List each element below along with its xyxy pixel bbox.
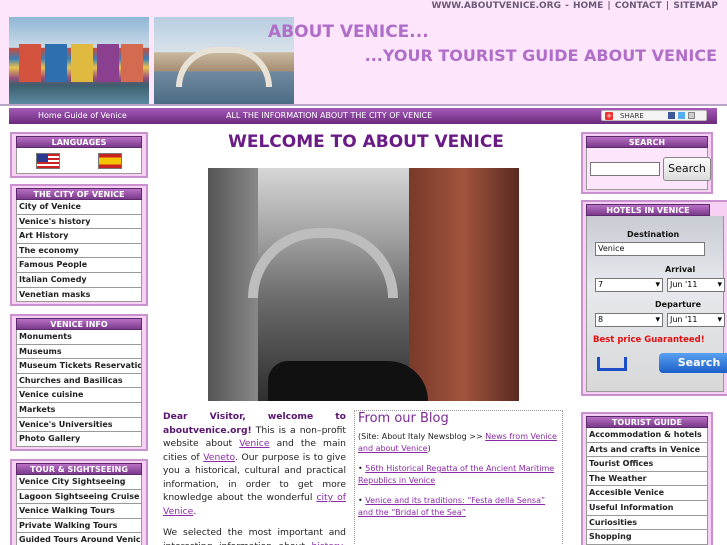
menu-item-shopping[interactable]: Shopping	[586, 530, 708, 545]
blog-title: From our Blog	[358, 411, 449, 426]
blog-post-link[interactable]: 56th Historical Regatta of the Ancient M…	[358, 464, 554, 485]
blog-post-link[interactable]: Venice and its traditions: “Festa della …	[358, 496, 545, 517]
arrival-month-select[interactable]: Jun '11	[667, 278, 725, 292]
bed-icon	[597, 357, 627, 371]
separator: ,	[343, 541, 346, 545]
site-subtitle: ...YOUR TOURIST GUIDE ABOUT VENICE	[364, 46, 717, 65]
site-url-link[interactable]: WWW.ABOUTVENICE.ORG	[430, 1, 562, 11]
search-button[interactable]: Search	[663, 157, 711, 181]
menu-item-economy[interactable]: The economy	[16, 243, 142, 259]
menu-item-accesible-venice[interactable]: Accesible Venice	[586, 486, 708, 501]
plus-icon: +	[605, 112, 613, 120]
facebook-icon	[668, 112, 675, 119]
email-icon	[688, 112, 695, 119]
venice-canal-photo	[208, 168, 519, 401]
menu-item-museums[interactable]: Museums	[16, 344, 142, 360]
languages-box: LANGUAGES	[10, 132, 148, 178]
home-guide-link[interactable]: Home Guide of Venice	[38, 111, 127, 120]
venice-info-menu: VENICE INFO Monuments Museums Museum Tic…	[10, 314, 148, 451]
blog-post: • 56th Historical Regatta of the Ancient…	[358, 464, 555, 485]
tours-menu: TOUR & SIGHTSEEING Venice City Sightseei…	[10, 459, 148, 545]
burano-houses-photo	[9, 17, 149, 104]
menu-item-arts-crafts[interactable]: Arts and crafts in Venice	[586, 442, 708, 458]
languages-header: LANGUAGES	[16, 136, 142, 148]
departure-month-select[interactable]: Jun '11	[667, 313, 725, 327]
city-menu-header: THE CITY OF VENICE	[16, 188, 142, 200]
twitter-icon	[678, 112, 685, 119]
arrival-label: Arrival	[665, 265, 696, 274]
tours-header: TOUR & SIGHTSEEING	[16, 463, 142, 475]
menu-item-weather[interactable]: The Weather	[586, 471, 708, 487]
history-link[interactable]: history	[311, 541, 343, 545]
menu-item-art-history[interactable]: Art History	[16, 229, 142, 244]
share-label: SHARE	[620, 112, 644, 120]
best-price-text: Best price Guaranteed!	[593, 335, 705, 345]
nav-bar: Home Guide of Venice ALL THE INFORMATION…	[9, 108, 717, 124]
hotel-search-widget: Destination Venice Arrival 7 Jun '11 Dep…	[586, 216, 727, 392]
blog-source-prefix: (Site: About Italy Newsblog >>	[358, 432, 486, 441]
search-input[interactable]	[590, 162, 660, 176]
menu-item-walking-tours[interactable]: Venice Walking Tours	[16, 504, 142, 519]
search-header: SEARCH	[586, 136, 708, 148]
menu-item-guided-tours[interactable]: Guided Tours Around Venice	[16, 533, 142, 545]
site-title: ABOUT VENICE...	[268, 22, 429, 42]
menu-item-universities[interactable]: Venice's Universities	[16, 417, 142, 433]
menu-item-city-sightseeing[interactable]: Venice City Sightseeing	[16, 475, 142, 490]
menu-item-churches[interactable]: Churches and Basilicas	[16, 373, 142, 389]
menu-item-useful-info[interactable]: Useful Information	[586, 500, 708, 516]
menu-item-tourist-offices[interactable]: Tourist Offices	[586, 457, 708, 472]
blog-post: • Venice and its traditions: “Festa dell…	[358, 496, 546, 517]
menu-item-cuisine[interactable]: Venice cuisine	[16, 388, 142, 403]
destination-label: Destination	[627, 230, 680, 239]
menu-item-private-tours[interactable]: Private Walking Tours	[16, 518, 142, 534]
menu-item-accommodation[interactable]: Accommodation & hotels	[586, 428, 708, 443]
home-link[interactable]: HOME	[572, 1, 604, 11]
menu-item-venetian-masks[interactable]: Venetian masks	[16, 287, 142, 303]
menu-item-venice-history[interactable]: Venice's history	[16, 214, 142, 230]
menu-item-city-of-venice[interactable]: City of Venice	[16, 200, 142, 215]
tourist-guide-header: TOURIST GUIDE	[586, 416, 708, 428]
blog-box: From our Blog (Site: About Italy Newsblo…	[354, 410, 563, 545]
contact-link[interactable]: CONTACT	[614, 1, 663, 11]
search-box: SEARCH Search	[581, 132, 713, 194]
venice-link[interactable]: Venice	[239, 438, 269, 449]
spain-flag-icon[interactable]	[98, 152, 122, 169]
intro-text: Dear Visitor, welcome to aboutvenice.org…	[163, 410, 346, 545]
menu-item-lagoon-cruise[interactable]: Lagoon Sightseeing Cruise	[16, 489, 142, 505]
departure-day-select[interactable]: 8	[595, 313, 663, 327]
top-navigation: WWW.ABOUTVENICE.ORG - HOME | CONTACT | S…	[430, 1, 719, 11]
destination-field[interactable]: Venice	[595, 242, 705, 256]
venice-info-header: VENICE INFO	[16, 318, 142, 330]
departure-label: Departure	[655, 300, 702, 309]
us-flag-icon[interactable]	[36, 152, 60, 169]
menu-item-famous-people[interactable]: Famous People	[16, 258, 142, 273]
header: WWW.ABOUTVENICE.ORG - HOME | CONTACT | S…	[0, 0, 727, 106]
share-button[interactable]: + SHARE	[601, 110, 707, 121]
hotels-box: HOTELS IN VENICE Destination Venice Arri…	[581, 200, 727, 396]
tourist-guide-menu: TOURIST GUIDE Accommodation & hotels Art…	[581, 412, 713, 545]
sitemap-link[interactable]: SITEMAP	[672, 1, 719, 11]
hotels-header: HOTELS IN VENICE	[586, 204, 710, 216]
menu-item-monuments[interactable]: Monuments	[16, 330, 142, 345]
nav-tagline: ALL THE INFORMATION ABOUT THE CITY OF VE…	[226, 111, 433, 120]
menu-item-photo-gallery[interactable]: Photo Gallery	[16, 432, 142, 447]
menu-item-markets[interactable]: Markets	[16, 402, 142, 418]
blog-source-suffix: )	[427, 444, 431, 453]
arrival-day-select[interactable]: 7	[595, 278, 663, 292]
menu-item-curiosities[interactable]: Curiosities	[586, 515, 708, 531]
page-title: WELCOME TO ABOUT VENICE	[228, 132, 504, 152]
veneto-link[interactable]: Veneto	[203, 452, 235, 463]
menu-item-museum-tickets[interactable]: Museum Tickets Reservations	[16, 359, 142, 374]
menu-item-italian-comedy[interactable]: Italian Comedy	[16, 272, 142, 288]
blog-source: (Site: About Italy Newsblog >> News from…	[358, 431, 559, 455]
intro-part: .	[193, 505, 197, 517]
hotel-search-button[interactable]: Search	[659, 353, 727, 373]
city-menu: THE CITY OF VENICE City of Venice Venice…	[10, 184, 148, 307]
